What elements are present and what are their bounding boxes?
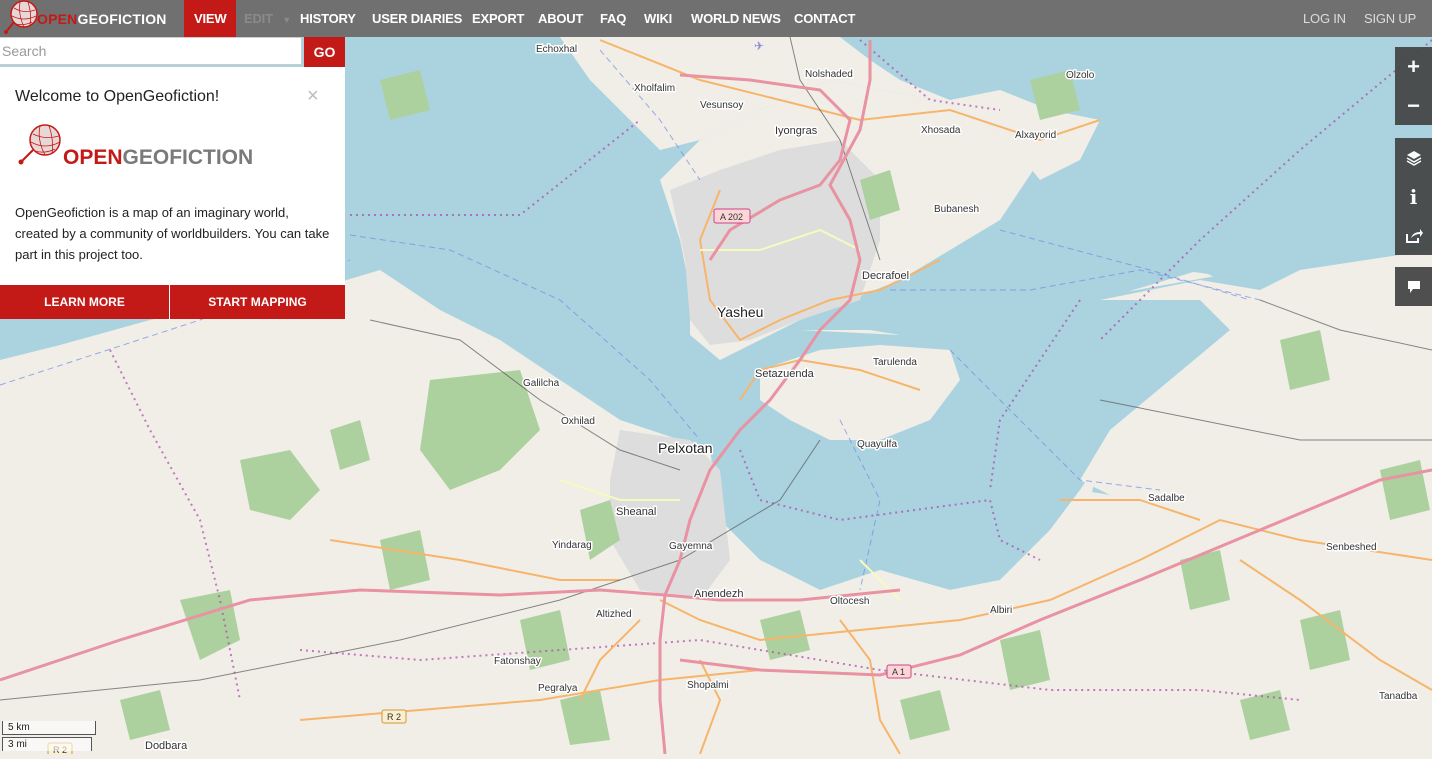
learn-more-button[interactable]: LEARN MORE — [0, 285, 169, 319]
place-decrafoel: Decrafoel — [862, 270, 909, 282]
nav-world-news[interactable]: WORLD NEWS — [691, 0, 781, 37]
globe-logo-icon — [18, 124, 61, 165]
place-pelxotan: Pelxotan — [658, 440, 712, 456]
place-alxayorid: Alxayorid — [1015, 130, 1056, 141]
place-sadalbe: Sadalbe — [1148, 493, 1185, 504]
welcome-logo-text-geofiction: GEOFICTION — [122, 146, 254, 169]
nav-wiki[interactable]: WIKI — [644, 0, 672, 37]
place-tanadba: Tanadba — [1379, 691, 1418, 702]
place-echoxhal: Echoxhal — [536, 44, 577, 55]
map-key-info-icon[interactable]: i — [1395, 177, 1432, 216]
welcome-description: OpenGeofiction is a map of an imaginary … — [15, 205, 330, 262]
scale-imperial: 3 mi — [2, 737, 92, 751]
place-iyongras: Iyongras — [775, 125, 818, 137]
search-input[interactable] — [0, 37, 302, 65]
zoom-controls: + − — [1395, 47, 1432, 125]
place-fatonshay: Fatonshay — [494, 656, 541, 667]
logo-text: OPENGEOFICTION — [37, 11, 167, 27]
search-bar: GO — [0, 37, 345, 67]
place-xhosada: Xhosada — [921, 125, 961, 136]
map-tool-controls: i — [1395, 138, 1432, 255]
welcome-logo-text-open: OPEN — [63, 146, 123, 169]
start-mapping-button[interactable]: START MAPPING — [170, 285, 345, 319]
place-albiri: Albiri — [990, 605, 1012, 616]
login-link[interactable]: LOG IN — [1303, 0, 1346, 37]
place-dodbara: Dodbara — [145, 740, 188, 752]
welcome-title: Welcome to OpenGeofiction! — [15, 88, 220, 105]
place-vesunsoy: Vesunsoy — [700, 100, 743, 111]
note-controls — [1395, 267, 1432, 306]
welcome-logo-text: OPENGEOFICTION — [63, 146, 253, 170]
airport-icon: ✈ — [754, 39, 764, 53]
place-setazuenda: Setazuenda — [755, 368, 815, 380]
shield-a202: A 202 — [720, 212, 743, 222]
zoom-in-icon[interactable]: + — [1395, 47, 1432, 86]
welcome-logo: OPENGEOFICTION — [15, 124, 253, 171]
logo-text-open: OPEN — [37, 11, 78, 27]
place-oltocesh: Oltocesh — [830, 596, 869, 607]
shield-r2-a: R 2 — [387, 712, 401, 722]
place-olzolo: Olzolo — [1066, 70, 1095, 81]
welcome-panel: Welcome to OpenGeofiction! × OPENGEOFICT… — [0, 67, 345, 319]
nav-about[interactable]: ABOUT — [538, 0, 583, 37]
place-xholfalim: Xholfalim — [634, 83, 675, 94]
nav-edit-label: EDIT — [244, 11, 273, 26]
close-icon[interactable]: × — [307, 85, 319, 108]
globe-logo-icon — [4, 0, 38, 34]
place-pegralya: Pegralya — [538, 683, 578, 694]
place-senbeshed: Senbeshed — [1326, 542, 1377, 553]
share-icon[interactable] — [1395, 216, 1432, 255]
nav-contact[interactable]: CONTACT — [794, 0, 855, 37]
add-note-icon[interactable] — [1395, 267, 1432, 306]
nav-view[interactable]: VIEW — [184, 0, 237, 37]
place-gayemna: Gayemna — [669, 541, 713, 552]
place-altizhed: Altizhed — [596, 609, 632, 620]
place-tarulenda: Tarulenda — [873, 357, 917, 368]
place-yasheu: Yasheu — [717, 304, 763, 320]
search-go-button[interactable]: GO — [304, 37, 345, 67]
place-galilcha: Galilcha — [523, 378, 560, 389]
logo-text-geofiction: GEOFICTION — [77, 11, 167, 27]
shield-a1: A 1 — [892, 667, 905, 677]
place-nolshaded: Nolshaded — [805, 69, 853, 80]
place-sheanal: Sheanal — [616, 506, 656, 518]
place-oxhilad: Oxhilad — [561, 416, 595, 427]
site-logo[interactable]: OPENGEOFICTION — [0, 0, 184, 37]
scale-metric: 5 km — [2, 721, 96, 735]
top-navigation-bar: OPENGEOFICTION VIEW EDIT ▼ HISTORY USER … — [0, 0, 1432, 37]
nav-export[interactable]: EXPORT — [472, 0, 524, 37]
place-bubanesh: Bubanesh — [934, 204, 979, 215]
signup-link[interactable]: SIGN UP — [1364, 0, 1416, 37]
place-anendezh: Anendezh — [694, 588, 744, 600]
zoom-out-icon[interactable]: − — [1395, 86, 1432, 125]
nav-faq[interactable]: FAQ — [600, 0, 626, 37]
layers-icon[interactable] — [1395, 138, 1432, 177]
nav-edit[interactable]: EDIT ▼ — [244, 0, 291, 37]
place-shopalmi: Shopalmi — [687, 680, 729, 691]
place-yindarag: Yindarag — [552, 540, 592, 551]
edit-dropdown-caret-icon[interactable]: ▼ — [282, 15, 291, 25]
nav-history[interactable]: HISTORY — [300, 0, 356, 37]
place-quayulfa: Quayulfa — [857, 439, 897, 450]
nav-user-diaries[interactable]: USER DIARIES — [372, 0, 462, 37]
